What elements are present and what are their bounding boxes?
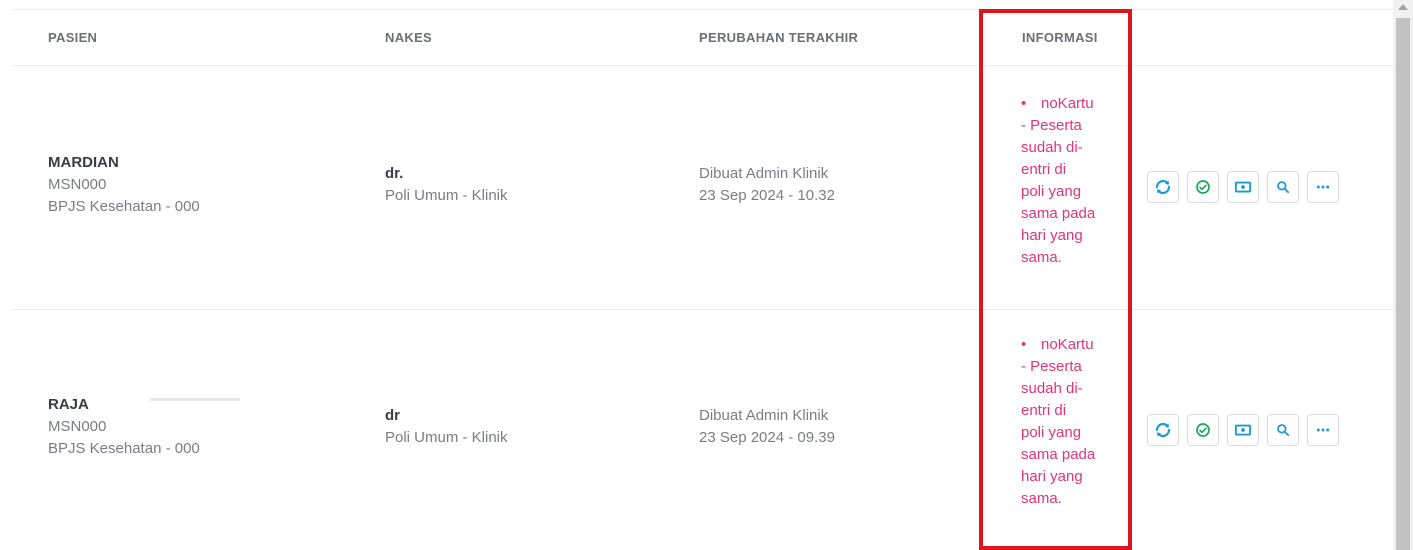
patient-cell: MARDIAN MSN000 BPJS Kesehatan - 000 [48, 152, 258, 218]
patient-id: MSN000 [48, 418, 107, 435]
changed-at: 23 Sep 2024 - 10.32 [699, 187, 835, 204]
patient-table: PASIEN NAKES PERUBAHAN TERAKHIR INFORMAS… [0, 0, 1393, 550]
sync-button[interactable] [1147, 414, 1179, 446]
more-icon [1316, 428, 1330, 432]
header-divider [12, 65, 1393, 66]
nakes-poli: Poli Umum - Klinik [385, 429, 508, 446]
search-button[interactable] [1267, 171, 1299, 203]
scrollbar-thumb[interactable] [1396, 18, 1410, 550]
search-icon [1277, 181, 1290, 194]
more-button[interactable] [1307, 171, 1339, 203]
sync-button[interactable] [1147, 171, 1179, 203]
changed-by: Dibuat Admin Klinik [699, 165, 829, 182]
nakes-name: dr. [385, 165, 404, 182]
vertical-scrollbar[interactable] [1393, 0, 1413, 550]
patient-name: MARDIAN [48, 154, 119, 171]
patient-insurance: BPJS Kesehatan - 000 [48, 440, 200, 457]
column-header-nakes: NAKES [385, 30, 433, 45]
nakes-name: dr [385, 407, 400, 424]
check-circle-icon [1196, 180, 1210, 194]
patient-id: MSN000 [48, 176, 107, 193]
approve-button[interactable] [1187, 414, 1219, 446]
sync-icon [1155, 179, 1171, 195]
last-change-cell: Dibuat Admin Klinik 23 Sep 2024 - 10.32 [699, 163, 835, 207]
check-circle-icon [1196, 423, 1210, 437]
column-header-perubahan: PERUBAHAN TERAKHIR [699, 30, 859, 45]
nakes-poli: Poli Umum - Klinik [385, 187, 508, 204]
changed-at: 23 Sep 2024 - 09.39 [699, 429, 835, 446]
scroll-up-arrow-icon[interactable] [1398, 4, 1408, 10]
nakes-cell: dr Poli Umum - Klinik [385, 405, 508, 449]
more-button[interactable] [1307, 414, 1339, 446]
search-icon [1277, 424, 1290, 437]
payment-button[interactable] [1227, 414, 1259, 446]
informasi-highlight-box [979, 9, 1132, 550]
redacted-mark [150, 398, 240, 401]
sync-icon [1155, 422, 1171, 438]
approve-button[interactable] [1187, 171, 1219, 203]
row-divider [12, 309, 1393, 310]
money-icon [1234, 181, 1252, 193]
row-actions [1147, 414, 1339, 446]
last-change-cell: Dibuat Admin Klinik 23 Sep 2024 - 09.39 [699, 405, 835, 449]
payment-button[interactable] [1227, 171, 1259, 203]
patient-insurance: BPJS Kesehatan - 000 [48, 198, 200, 215]
row-actions [1147, 171, 1339, 203]
table-top-border [12, 9, 1393, 10]
changed-by: Dibuat Admin Klinik [699, 407, 829, 424]
more-icon [1316, 185, 1330, 189]
column-header-pasien: PASIEN [48, 30, 98, 45]
search-button[interactable] [1267, 414, 1299, 446]
nakes-cell: dr. Poli Umum - Klinik [385, 163, 508, 207]
money-icon [1234, 424, 1252, 436]
patient-cell: RAJA MSN000 BPJS Kesehatan - 000 [48, 394, 200, 460]
